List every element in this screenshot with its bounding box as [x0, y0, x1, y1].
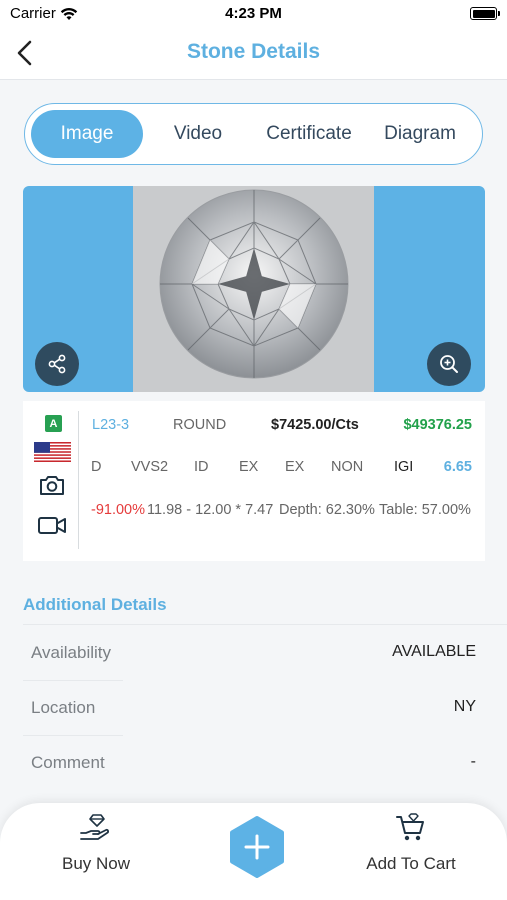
tab-diagram[interactable]: Diagram	[365, 110, 475, 158]
diamond-photo	[133, 186, 374, 392]
plus-icon	[228, 813, 286, 881]
row-divider	[23, 680, 123, 681]
us-flag-icon	[34, 442, 71, 462]
detail-row-location: Location NY	[31, 698, 476, 753]
detail-row-availability: Availability AVAILABLE	[31, 643, 476, 698]
row-divider	[23, 735, 123, 736]
status-time: 4:23 PM	[225, 5, 282, 22]
polish-value: EX	[239, 459, 259, 475]
tab-video[interactable]: Video	[143, 110, 253, 158]
section-divider	[23, 624, 507, 625]
add-fab-button[interactable]	[220, 810, 294, 884]
fluorescence-value: NON	[331, 459, 364, 475]
status-bar: Carrier 4:23 PM	[0, 0, 507, 28]
battery-icon	[470, 7, 500, 20]
camera-icon[interactable]	[39, 474, 65, 496]
diamond-illustration	[133, 186, 374, 392]
share-icon	[48, 354, 66, 374]
discount-value: -91.00%	[91, 502, 146, 518]
detail-value: NY	[453, 698, 476, 715]
add-to-cart-button[interactable]: Add To Cart	[331, 803, 491, 900]
share-button[interactable]	[35, 342, 79, 386]
cart-icon	[396, 813, 424, 841]
video-camera-icon	[38, 517, 66, 534]
page-title: Stone Details	[186, 40, 321, 63]
media-tabs: Image Video Certificate Diagram	[24, 103, 483, 165]
tab-image[interactable]: Image	[31, 110, 143, 158]
depth-value: Depth: 62.30%	[279, 502, 375, 518]
measurements-value: 11.98 - 12.00 * 7.47	[147, 502, 274, 518]
info-divider	[78, 411, 79, 549]
grade-badge: A	[45, 415, 62, 432]
additional-details-heading: Additional Details	[23, 595, 167, 614]
stone-image-panel	[23, 186, 485, 392]
total-price: $49376.25	[403, 417, 472, 433]
zoom-in-icon	[440, 355, 458, 373]
detail-row-comment: Comment -	[31, 753, 476, 808]
diamond-hand-icon	[80, 814, 109, 840]
buy-now-label: Buy Now	[61, 854, 131, 873]
tab-certificate[interactable]: Certificate	[253, 110, 365, 158]
lab-value[interactable]: IGI	[394, 459, 413, 475]
add-to-cart-label: Add To Cart	[366, 854, 456, 873]
detail-label: Location	[31, 698, 96, 717]
color-value: D	[91, 459, 102, 475]
zoom-button[interactable]	[427, 342, 471, 386]
clarity-value: VVS2	[131, 459, 169, 475]
detail-value: AVAILABLE	[392, 643, 476, 660]
detail-label: Comment	[31, 753, 105, 772]
symmetry-value: EX	[285, 459, 305, 475]
shape-value: ROUND	[173, 417, 227, 433]
carat-value: 6.65	[443, 459, 472, 475]
price-per-carat: $7425.00/Cts	[271, 417, 359, 433]
nav-bar: Stone Details	[0, 28, 507, 80]
detail-label: Availability	[31, 643, 112, 662]
detail-value: -	[470, 753, 476, 770]
cut-value: ID	[194, 459, 209, 475]
stone-info-card: A L23-3 ROUND $7425.00/Cts $49376.25 D V…	[23, 401, 485, 561]
buy-now-button[interactable]: Buy Now	[16, 803, 176, 900]
table-value: Table: 57.00%	[379, 502, 471, 518]
stock-id[interactable]: L23-3	[92, 417, 129, 433]
